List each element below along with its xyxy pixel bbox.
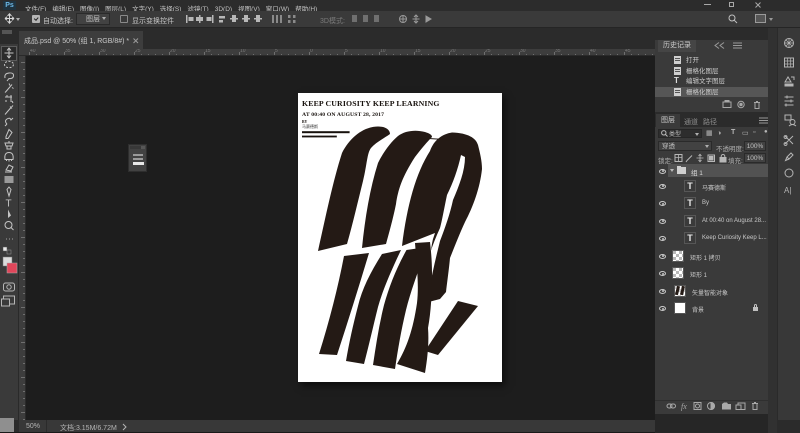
svg-text:A|: A|	[784, 186, 791, 195]
svg-text:AT 00:40 ON AUGUST 28, 2017: AT 00:40 ON AUGUST 28, 2017	[302, 112, 384, 118]
svg-text:KEEP CURIOSITY KEEP LEARNING: KEEP CURIOSITY KEEP LEARNING	[302, 99, 440, 108]
svg-text:马赛德斯: 马赛德斯	[302, 123, 318, 129]
svg-text:fx: fx	[681, 402, 687, 411]
svg-text:T: T	[6, 199, 12, 210]
